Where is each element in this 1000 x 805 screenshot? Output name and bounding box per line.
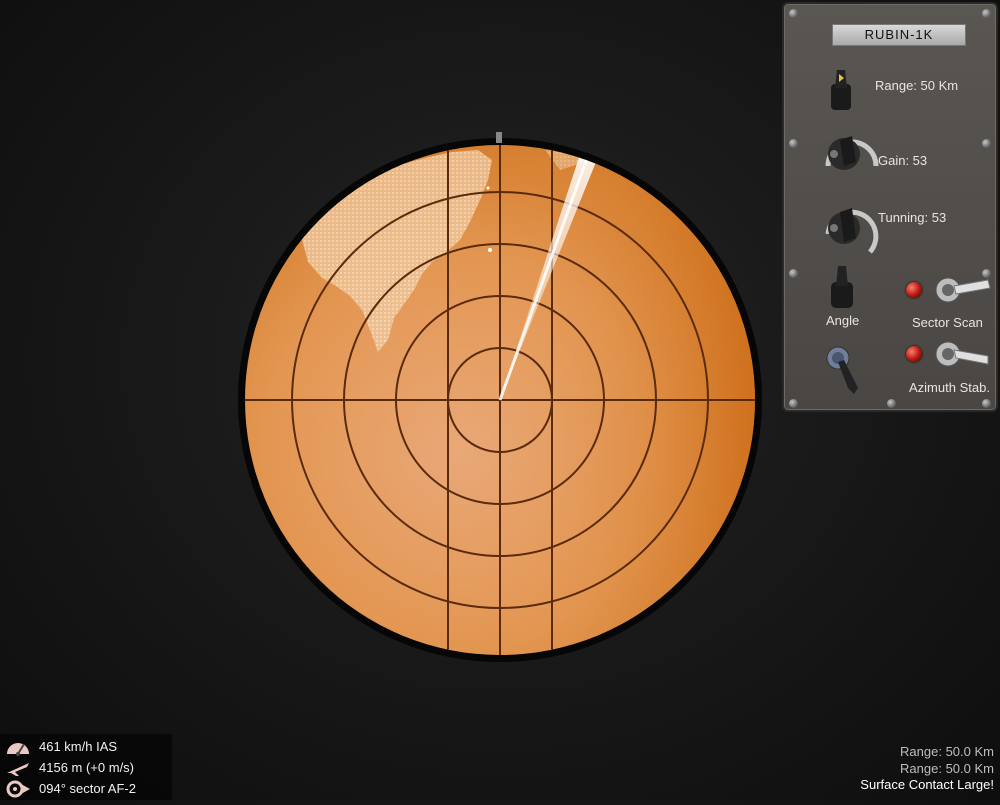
azimuth-stab-toggle[interactable] [934, 338, 994, 372]
heading-readout: 094° sector AF-2 [39, 781, 136, 796]
screw-icon [982, 399, 991, 408]
speed-readout: 461 km/h IAS [39, 739, 118, 754]
sector-scan-lamp [906, 282, 922, 298]
mode-toggle-switch[interactable] [824, 344, 864, 398]
target-blip [488, 248, 492, 252]
gain-label: Gain: 53 [878, 153, 928, 168]
flight-info-hud: 461 km/h IAS 4156 m (+0 m/s) 094° sector… [0, 734, 172, 800]
screw-icon [887, 399, 896, 408]
range-label: Range: 50 Km [875, 78, 959, 93]
tuning-label: Tunning: 53 [878, 210, 947, 225]
screw-icon [789, 399, 798, 408]
north-marker [496, 132, 502, 143]
radar-model-title: RUBIN-1K [832, 24, 966, 46]
screw-icon [789, 139, 798, 148]
heading-row: 094° sector AF-2 [0, 780, 172, 798]
compass-icon [6, 780, 30, 798]
gain-knob[interactable] [820, 122, 884, 184]
sector-scan-toggle[interactable] [934, 274, 994, 308]
range-status-line: Range: 50.0 Km [900, 761, 994, 776]
range-status-line: Range: 50.0 Km [900, 744, 994, 759]
tuning-knob[interactable] [820, 196, 884, 260]
azimuth-stab-lamp [906, 346, 922, 362]
angle-label: Angle [826, 313, 860, 328]
aircraft-climb-icon [7, 763, 29, 776]
screw-icon [789, 269, 798, 278]
target-blip [486, 186, 490, 190]
speedometer-icon [7, 743, 29, 756]
contact-alert-message: Surface Contact Large! [860, 777, 994, 792]
radar-control-panel: RUBIN-1K Range: 50 Km Gain: 53 Tunning: … [782, 2, 998, 412]
range-knob[interactable] [828, 68, 854, 112]
speed-row: 461 km/h IAS [0, 738, 172, 756]
azimuth-stab-label: Azimuth Stab. [909, 380, 990, 395]
screw-icon [789, 9, 798, 18]
screw-icon [982, 9, 991, 18]
sector-scan-label: Sector Scan [912, 315, 983, 330]
altitude-row: 4156 m (+0 m/s) [0, 759, 172, 777]
altitude-readout: 4156 m (+0 m/s) [39, 760, 135, 775]
screw-icon [982, 139, 991, 148]
angle-knob[interactable] [828, 264, 856, 310]
